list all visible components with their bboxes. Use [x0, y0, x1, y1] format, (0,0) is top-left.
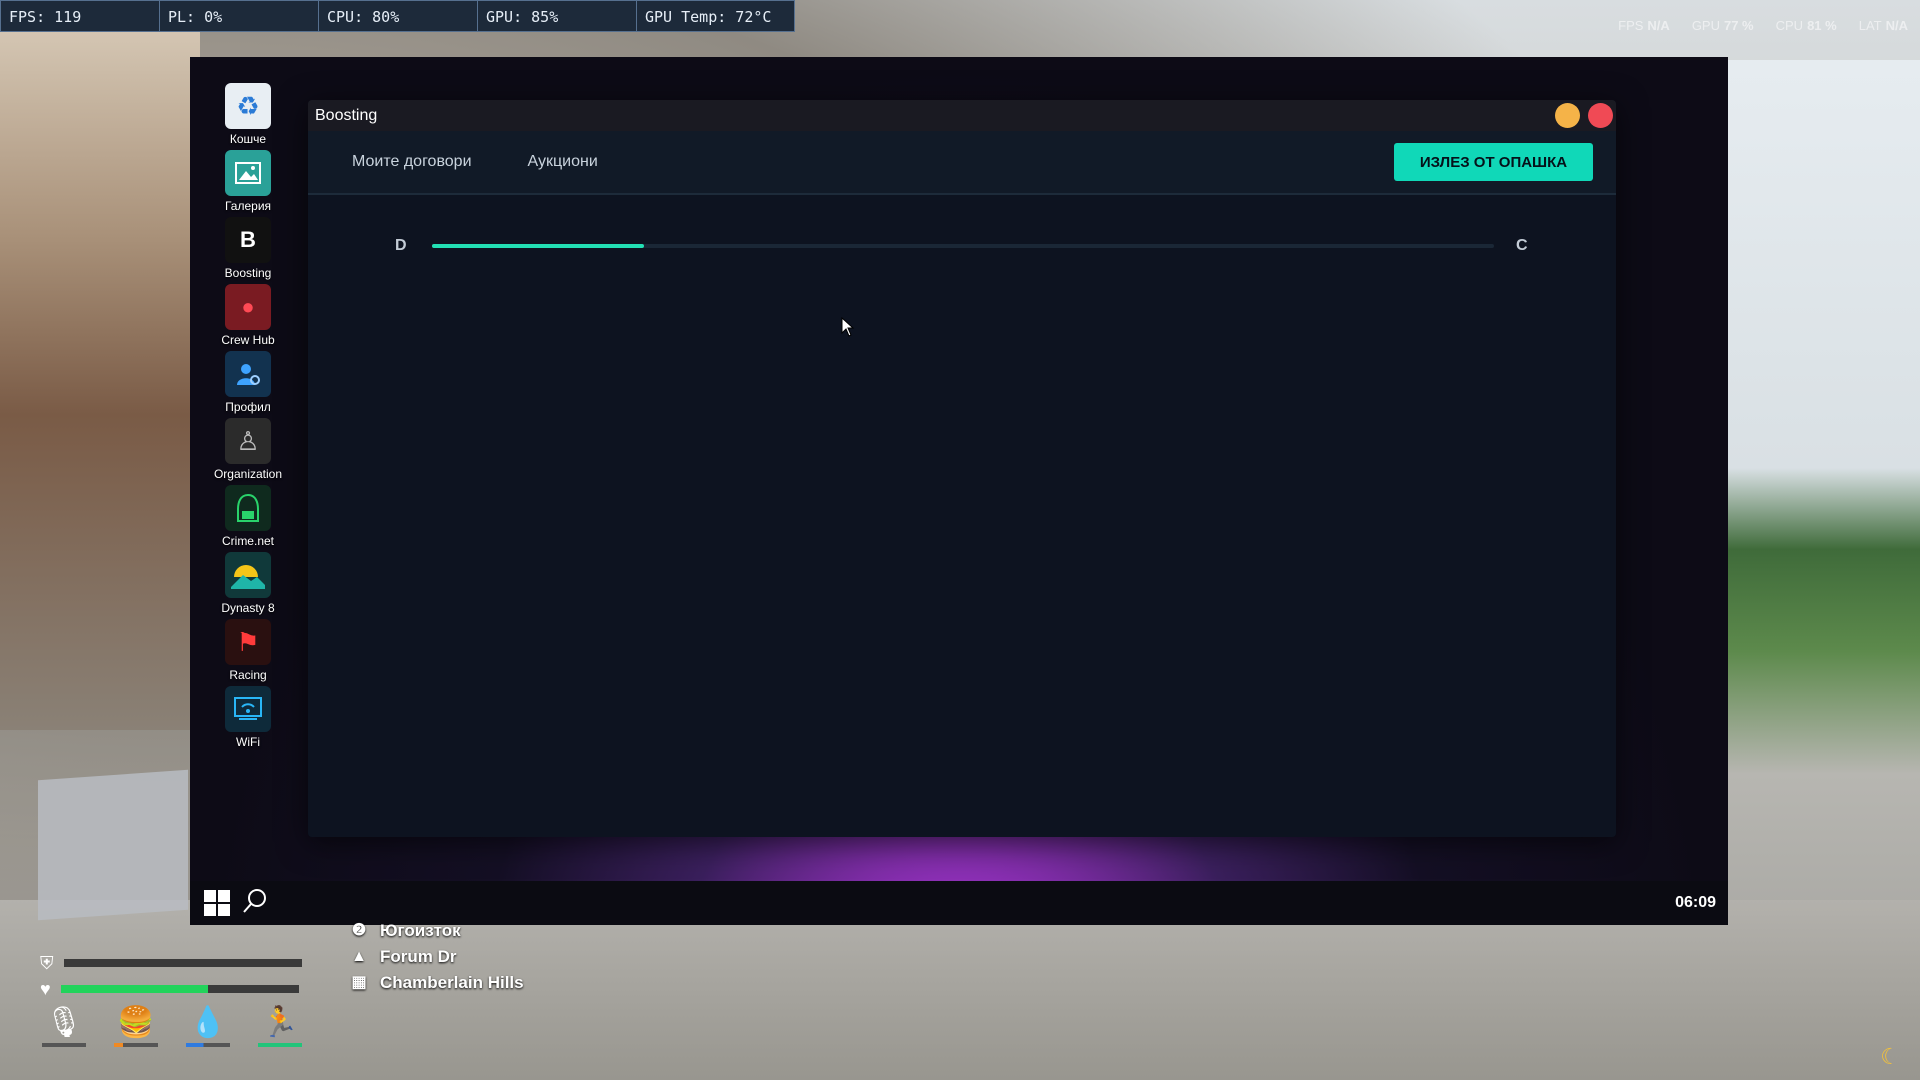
desktop-icon-racing[interactable]: ⚑ Racing [206, 619, 290, 686]
dynasty-8-icon [225, 552, 271, 598]
desktop-icon-profile[interactable]: Профил [206, 351, 290, 418]
start-menu-icon[interactable] [204, 890, 230, 916]
laptop-screen: ♻ Кошче Галерия B Boosting ● Crew Hub Пр… [190, 57, 1728, 925]
heart-icon: ♥ [40, 978, 51, 999]
hud-voice: 🎙 [40, 1003, 88, 1047]
desktop-icons: ♻ Кошче Галерия B Boosting ● Crew Hub Пр… [206, 83, 290, 753]
hud-status: 🎙 🍔 💧 🏃 [40, 1003, 304, 1047]
overlay-stat-lat: LAT N/A [1858, 18, 1908, 33]
minimap [38, 769, 188, 921]
stamina-level-bar [258, 1043, 302, 1047]
area-name: ▦ Chamberlain Hills [348, 970, 523, 996]
burger-icon: 🍔 [117, 1006, 155, 1039]
window-title: Boosting [315, 106, 378, 124]
perf-fps: FPS: 119 [0, 0, 159, 32]
desktop-icon-dynasty-8[interactable]: Dynasty 8 [206, 552, 290, 619]
desktop-icon-recycle-bin[interactable]: ♻ Кошче [206, 83, 290, 150]
desktop-icon-crew-hub[interactable]: ● Crew Hub [206, 284, 290, 351]
boosting-icon: B [225, 217, 271, 263]
perf-cpu: CPU: 80% [318, 0, 477, 32]
boosting-window: Boosting Моите договори Аукциони ИЗЛЕЗ О… [308, 100, 1616, 837]
health-row: ♥ [40, 976, 302, 1002]
street-icon: ▲ [351, 948, 367, 965]
crew-hub-icon: ● [225, 284, 271, 330]
organization-icon: ♙ [225, 418, 271, 464]
desktop-icon-wifi[interactable]: WiFi [206, 686, 290, 753]
overlay-stat-gpu: GPU 77 % [1691, 18, 1754, 33]
wifi-icon [225, 686, 271, 732]
perf-pl: PL: 0% [159, 0, 318, 32]
profile-icon [225, 351, 271, 397]
tab-my-contracts[interactable]: Моите договори [352, 153, 472, 171]
level-progress-track [432, 244, 1494, 248]
crime-net-icon [225, 485, 271, 531]
desktop-icon-gallery[interactable]: Галерия [206, 150, 290, 217]
overlay-stats: FPS N/A GPU 77 % CPU 81 % LAT N/A [1618, 18, 1908, 33]
taskbar-clock: 06:09 [1675, 894, 1716, 911]
overlay-stat-cpu: CPU 81 % [1775, 18, 1837, 33]
desktop-icon-organization[interactable]: ♙ Organization [206, 418, 290, 485]
map-icon: ▦ [351, 974, 367, 991]
thirst-level-bar [186, 1043, 230, 1047]
minimize-button[interactable] [1555, 103, 1580, 128]
shield-icon: ⛨ [40, 952, 54, 973]
performance-bar: FPS: 119 PL: 0% CPU: 80% GPU: 85% GPU Te… [0, 0, 795, 34]
moon-icon: ☾ [1880, 1044, 1900, 1069]
hud-stamina: 🏃 [256, 1003, 304, 1047]
current-level-label: D [395, 237, 407, 254]
leave-queue-button[interactable]: ИЗЛЕЗ ОТ ОПАШКА [1394, 143, 1593, 181]
recycle-bin-icon: ♻ [225, 83, 271, 129]
racing-icon: ⚑ [225, 619, 271, 665]
hud-hunger: 🍔 [112, 1003, 160, 1047]
window-titlebar[interactable]: Boosting [308, 100, 1616, 131]
tab-bar: Моите договори Аукциони ИЗЛЕЗ ОТ ОПАШКА [308, 131, 1616, 195]
hud-thirst: 💧 [184, 1003, 232, 1047]
street-name: ▲ Forum Dr [348, 944, 524, 970]
water-drop-icon: 💧 [189, 1006, 227, 1039]
window-content: D C [308, 195, 1616, 837]
gallery-icon [225, 150, 271, 196]
running-icon: 🏃 [261, 1006, 299, 1039]
hunger-level-bar [114, 1043, 158, 1047]
compass-icon: ❷ [351, 922, 367, 939]
health-bar-fill [60, 985, 209, 993]
voice-level-bar [42, 1043, 86, 1047]
desktop-icon-boosting[interactable]: B Boosting [206, 217, 290, 284]
game-world-left [0, 30, 200, 730]
hud-bars: ⛨ ♥ [40, 950, 302, 1002]
armor-row: ⛨ [40, 950, 302, 976]
search-icon[interactable] [242, 888, 268, 919]
level-progress-fill [432, 244, 645, 248]
tab-auctions[interactable]: Аукциони [528, 153, 598, 171]
microphone-icon: 🎙 [44, 1006, 84, 1039]
desktop-icon-crime-net[interactable]: Crime.net [206, 485, 290, 552]
street-info: ❷ Югоизток ▲ Forum Dr ▦ Chamberlain Hills [348, 918, 524, 996]
perf-gpu: GPU: 85% [477, 0, 636, 32]
overlay-stat-fps: FPS N/A [1618, 18, 1670, 33]
street-direction: ❷ Югоизток [348, 918, 524, 944]
next-level-label: C [1516, 237, 1528, 254]
close-button[interactable] [1588, 103, 1613, 128]
armor-bar [63, 959, 302, 967]
health-bar [60, 985, 299, 993]
perf-gpu-temp: GPU Temp: 72°C [636, 0, 795, 32]
